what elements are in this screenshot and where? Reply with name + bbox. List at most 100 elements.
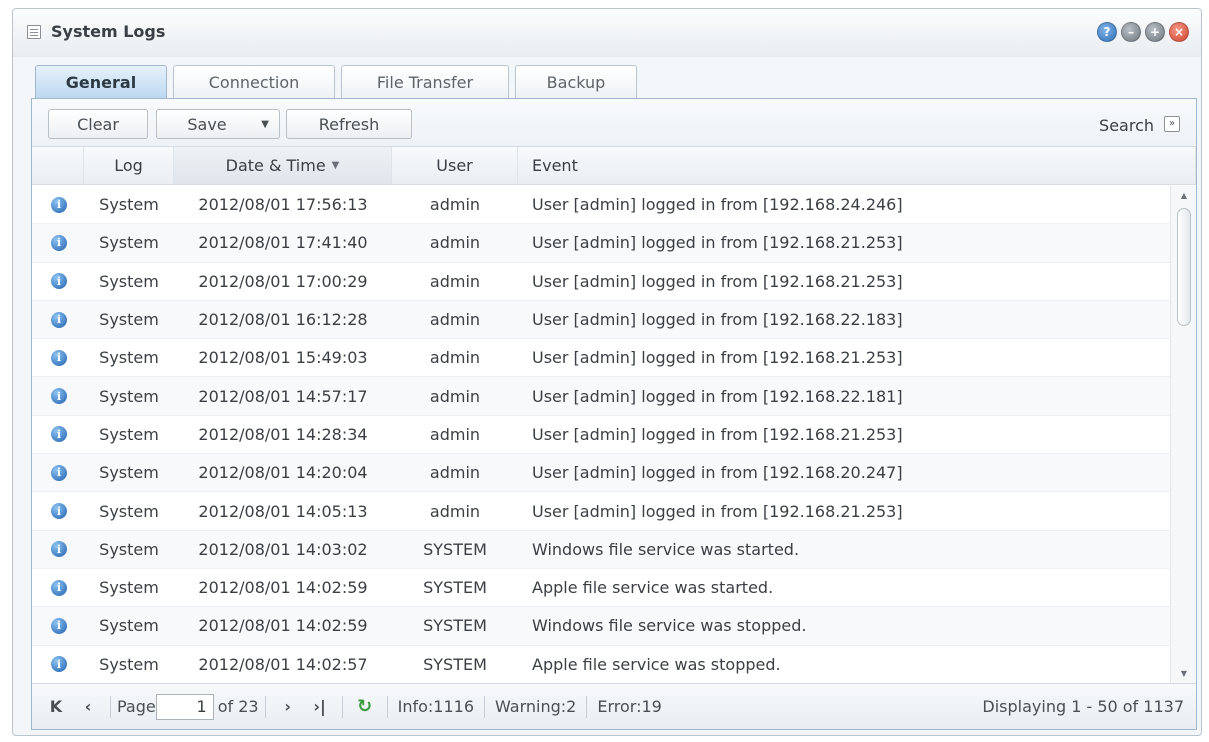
row-icon-cell: i [32, 377, 84, 414]
clear-button[interactable]: Clear [48, 109, 148, 139]
row-icon-cell: i [32, 224, 84, 261]
cell-log: System [99, 310, 159, 330]
cell-log: System [99, 501, 159, 521]
info-icon: i [51, 426, 67, 443]
cell-date: 2012/08/01 14:02:59 [198, 616, 368, 636]
tab-general[interactable]: General [35, 65, 167, 99]
first-page-icon[interactable]: K [40, 693, 72, 721]
cell-user: admin [429, 348, 481, 368]
row-icon-cell: i [32, 569, 84, 606]
column-header-date[interactable]: Date & Time ▼ [174, 147, 392, 184]
system-logs-window: System Logs ? – + × General Connection F… [12, 8, 1202, 736]
table-row[interactable]: i System 2012/08/01 14:02:57 SYSTEM Apple fi… [32, 646, 1172, 684]
table-row[interactable]: i System 2012/08/01 14:57:17 admin User [adm… [32, 377, 1172, 416]
expand-search-icon[interactable]: » [1164, 116, 1180, 132]
title-bar: System Logs ? – + × [13, 9, 1201, 57]
cell-user: admin [429, 386, 481, 406]
table-row[interactable]: i System 2012/08/01 14:02:59 SYSTEM Windows … [32, 607, 1172, 646]
minimize-icon[interactable]: – [1121, 22, 1141, 42]
cell-user: SYSTEM [423, 578, 487, 598]
displaying-range: Displaying 1 - 50 of 1137 [982, 697, 1184, 716]
cell-date: 2012/08/01 14:03:02 [198, 539, 368, 559]
page-label: Page [117, 697, 156, 716]
column-header-event-label: Event [532, 156, 578, 175]
cell-date: 2012/08/01 14:02:57 [198, 654, 368, 674]
cell-log: System [99, 539, 159, 559]
scrollbar-thumb[interactable] [1177, 208, 1191, 326]
cell-event: User [admin] logged in from [192.168.21.… [532, 424, 903, 444]
column-header-date-label: Date & Time [225, 156, 326, 175]
warning-count: Warning:2 [495, 697, 577, 716]
cell-user: SYSTEM [423, 539, 487, 559]
row-icon-cell: i [32, 339, 84, 376]
divider [586, 695, 588, 718]
cell-user: admin [429, 195, 481, 215]
next-page-icon[interactable]: › [272, 693, 304, 721]
cell-date: 2012/08/01 17:41:40 [198, 233, 368, 253]
table-row[interactable]: i System 2012/08/01 14:03:02 SYSTEM Windows … [32, 530, 1172, 569]
table-row[interactable]: i System 2012/08/01 16:12:28 admin User [adm… [32, 300, 1172, 340]
table-row[interactable]: i System 2012/08/01 15:49:03 admin User [adm… [32, 339, 1172, 378]
divider [264, 695, 266, 718]
table-row[interactable]: i System 2012/08/01 17:41:40 admin User [adm… [32, 224, 1172, 263]
refresh-button[interactable]: Refresh [286, 109, 412, 139]
table-row[interactable]: i System 2012/08/01 17:00:29 admin User [adm… [32, 263, 1172, 301]
cell-user: admin [429, 501, 481, 521]
cell-event: Windows file service was stopped. [532, 616, 807, 636]
divider [110, 695, 111, 718]
table-row[interactable]: i System 2012/08/01 14:05:13 admin User [adm… [32, 492, 1172, 531]
cell-user: SYSTEM [423, 654, 487, 674]
pagination-bar: K ‹ Page of 23 › ›| ↻ Info:1116 Warning:… [32, 683, 1196, 729]
cell-date: 2012/08/01 15:49:03 [198, 348, 368, 368]
vertical-scrollbar[interactable]: ▲ ▼ [1170, 186, 1196, 684]
tab-file-transfer[interactable]: File Transfer [341, 65, 509, 99]
cell-date: 2012/08/01 14:05:13 [198, 501, 368, 521]
search-label[interactable]: Search [1099, 116, 1154, 135]
cell-user: SYSTEM [423, 616, 487, 636]
row-icon-cell: i [32, 531, 84, 568]
info-icon: i [51, 273, 67, 290]
tab-connection[interactable]: Connection [173, 65, 335, 99]
sort-descending-icon: ▼ [331, 160, 340, 171]
cell-date: 2012/08/01 14:02:59 [198, 578, 368, 598]
save-button[interactable]: Save ▼ [156, 109, 280, 139]
cell-log: System [99, 654, 159, 674]
info-icon: i [51, 541, 67, 558]
table-row[interactable]: i System 2012/08/01 14:02:59 SYSTEM Apple fi… [32, 569, 1172, 608]
cell-event: User [admin] logged in from [192.168.22.… [532, 386, 903, 406]
page-number-input[interactable] [155, 693, 214, 720]
refresh-icon[interactable]: ↻ [349, 693, 381, 721]
divider [341, 695, 343, 718]
toolbar: Clear Save ▼ Refresh Search » [32, 99, 1196, 147]
cell-date: 2012/08/01 14:28:34 [198, 424, 368, 444]
info-icon: i [51, 579, 67, 596]
row-icon-cell: i [32, 646, 84, 683]
tab-backup[interactable]: Backup [515, 65, 637, 99]
info-icon: i [51, 196, 67, 213]
help-icon[interactable]: ? [1097, 22, 1117, 42]
last-page-icon[interactable]: ›| [304, 693, 336, 721]
column-header-event[interactable]: Event [518, 147, 1196, 184]
scroll-down-icon[interactable]: ▼ [1171, 666, 1196, 682]
table-row[interactable]: i System 2012/08/01 17:56:13 admin User [adm… [32, 186, 1172, 225]
table-row[interactable]: i System 2012/08/01 14:28:34 admin User [adm… [32, 416, 1172, 455]
column-header-log[interactable]: Log [84, 147, 174, 184]
cell-log: System [99, 195, 159, 215]
row-icon-cell: i [32, 186, 84, 223]
log-document-icon [27, 25, 41, 39]
cell-event: User [admin] logged in from [192.168.21.… [532, 271, 903, 291]
save-button-label: Save [187, 114, 227, 134]
cell-event: Apple file service was started. [532, 578, 774, 598]
cell-date: 2012/08/01 16:12:28 [198, 310, 368, 330]
row-icon-cell: i [32, 607, 84, 644]
cell-log: System [99, 424, 159, 444]
log-grid: i System 2012/08/01 17:56:13 admin User [adm… [32, 186, 1172, 684]
row-icon-cell: i [32, 492, 84, 529]
maximize-icon[interactable]: + [1145, 22, 1165, 42]
column-header-user[interactable]: User [392, 147, 518, 184]
info-icon: i [51, 503, 67, 520]
close-icon[interactable]: × [1169, 22, 1189, 42]
scroll-up-icon[interactable]: ▲ [1171, 188, 1196, 204]
prev-page-icon[interactable]: ‹ [72, 693, 104, 721]
table-row[interactable]: i System 2012/08/01 14:20:04 admin User [adm… [32, 454, 1172, 493]
